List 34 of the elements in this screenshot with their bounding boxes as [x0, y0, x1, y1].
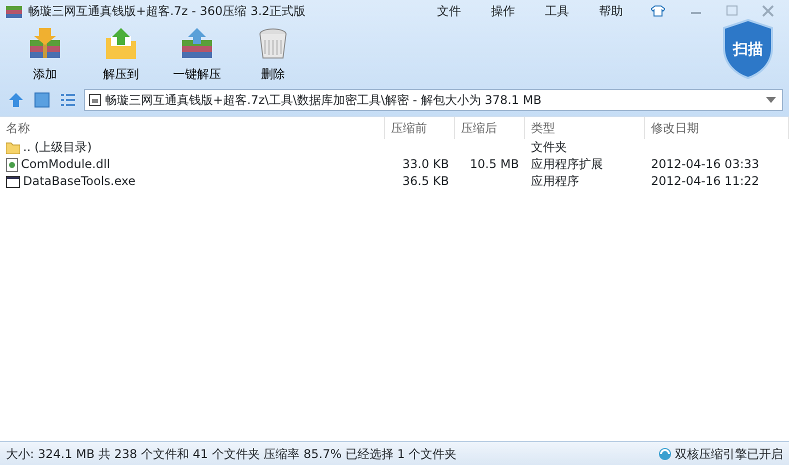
- archive-icon: [89, 94, 101, 106]
- table-cell-text: 应用程序: [530, 173, 580, 190]
- table-cell-text: 应用程序扩展: [530, 156, 604, 173]
- engine-status: 双核压缩引擎已开启: [675, 446, 783, 462]
- close-icon[interactable]: [761, 4, 775, 18]
- file-name[interactable]: DataBaseTools.exe: [23, 173, 136, 190]
- file-name[interactable]: .. (上级目录): [23, 139, 92, 156]
- file-icon: [6, 158, 18, 172]
- maximize-icon[interactable]: [725, 4, 739, 18]
- table-cell-text: 33.0 KB: [401, 156, 450, 173]
- menu-item[interactable]: 帮助: [587, 2, 635, 20]
- file-name[interactable]: ComModule.dll: [21, 156, 110, 173]
- scan-button[interactable]: 扫描: [721, 18, 775, 80]
- table-cell-text: 36.5 KB: [401, 173, 450, 190]
- folder-arrow-icon: [103, 26, 139, 62]
- toolbar-button[interactable]: 解压到: [90, 26, 152, 83]
- up-arrow-icon[interactable]: [8, 92, 24, 108]
- menu-item[interactable]: 操作: [479, 2, 527, 20]
- toolbar-button[interactable]: 删除: [242, 26, 304, 83]
- window-title: 畅璇三网互通真钱版+超客.7z - 360压缩 3.2正式版: [28, 3, 306, 20]
- toolbar-button[interactable]: 一键解压: [166, 26, 228, 83]
- menu-item[interactable]: 工具: [533, 2, 581, 20]
- app-icon: [6, 4, 22, 18]
- toolbar-button[interactable]: 添加: [14, 26, 76, 83]
- menu-item[interactable]: 文件: [425, 2, 473, 20]
- address-field[interactable]: 畅璇三网互通真钱版+超客.7z\工具\数据库加密工具\解密 - 解包大小为 378.1 MB: [84, 89, 783, 111]
- list-view-icon[interactable]: [60, 92, 76, 108]
- table-cell-text: 2012-04-16 11:22: [650, 173, 760, 190]
- folder-icon: [6, 142, 20, 154]
- table-cell-text: 10.5 MB: [468, 156, 520, 173]
- table-cell-text: 文件夹: [530, 139, 568, 156]
- table-cell-text: 2012-04-16 03:33: [650, 156, 760, 173]
- window-icon: [6, 176, 20, 188]
- status-text: 大小: 324.1 MB 共 238 个文件和 41 个文件夹 压缩率 85.7% 已经选择 1 个文件夹: [6, 446, 457, 462]
